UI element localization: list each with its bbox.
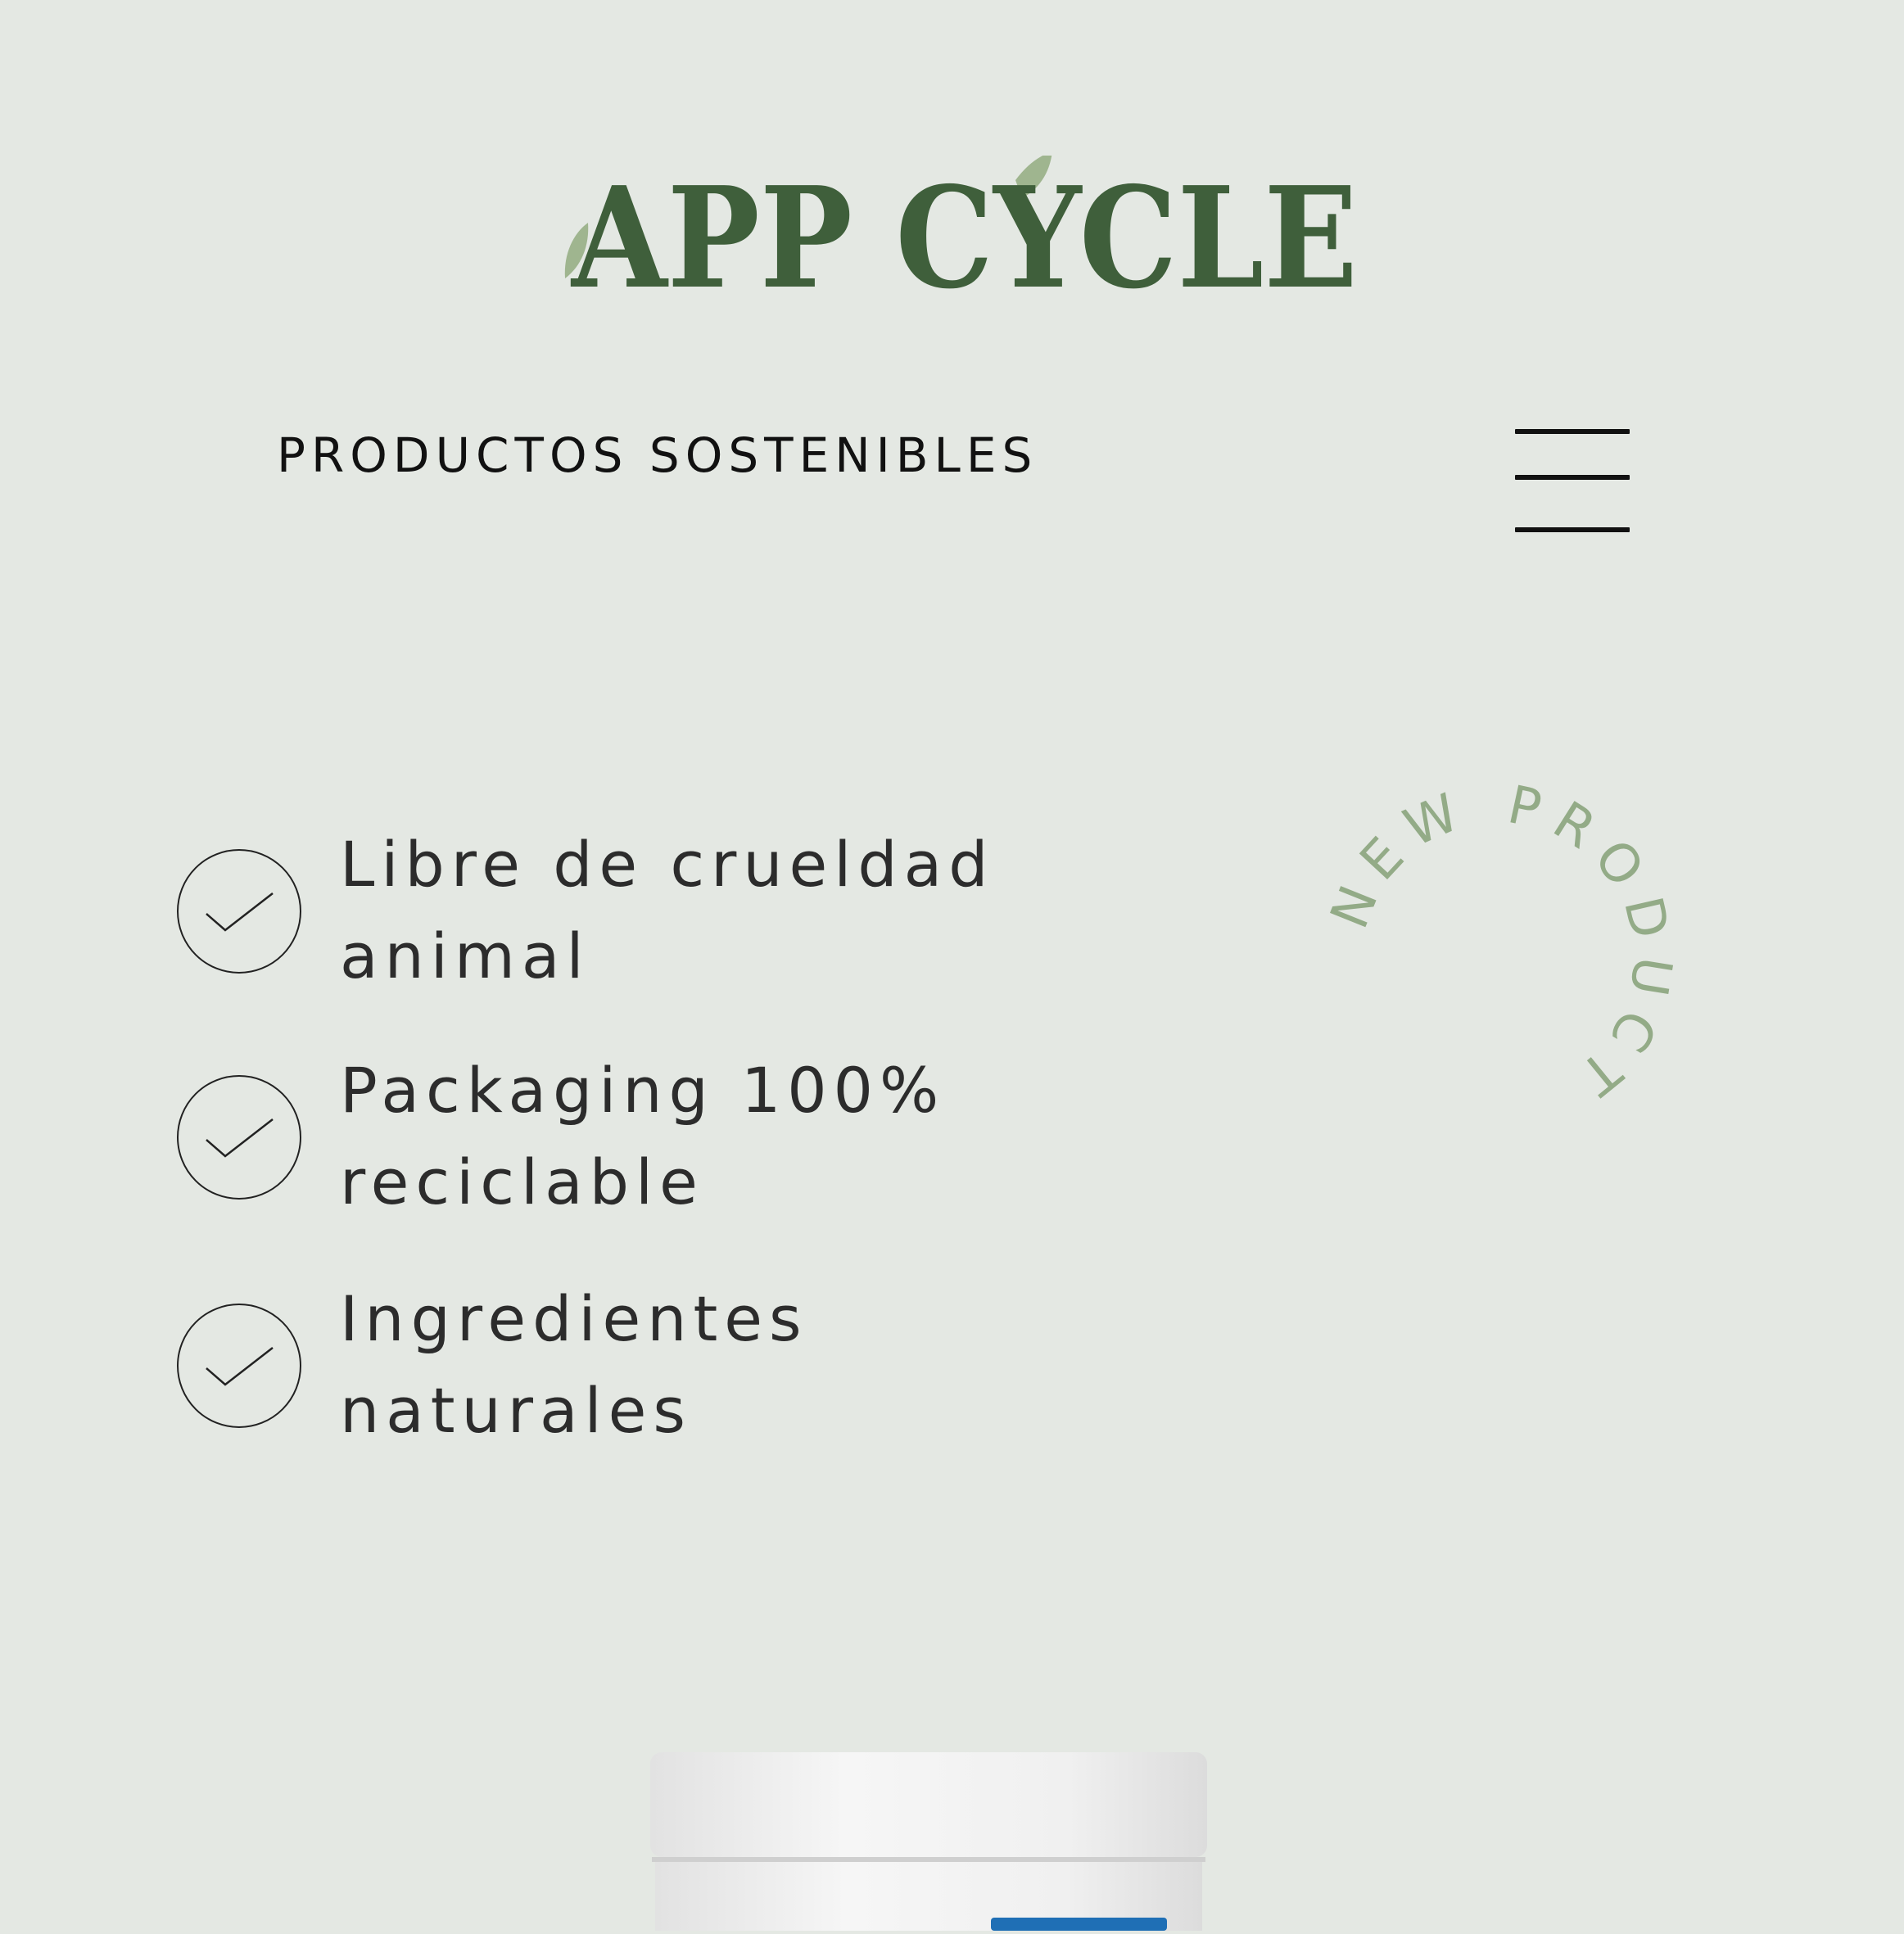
- page-subtitle: PRODUCTOS SOSTENIBLES: [277, 427, 1038, 483]
- hamburger-menu-icon[interactable]: [1512, 424, 1631, 537]
- badge-text: NEW PRODUCT: [1319, 775, 1670, 1114]
- feature-label: Libre de crueldad animal: [340, 828, 995, 992]
- logo-text: APP CYCLE: [570, 156, 1358, 303]
- new-product-badge: NEW PRODUCT: [1310, 770, 1687, 1146]
- brand-logo[interactable]: APP CYCLE: [557, 156, 1368, 303]
- menu-line: [1515, 527, 1630, 532]
- product-jar-image: [647, 1744, 1212, 1931]
- feature-label: Ingredientes naturales: [340, 1282, 808, 1447]
- menu-line: [1515, 475, 1630, 480]
- feature-label: Packaging 100% reciclable: [340, 1054, 946, 1218]
- check-circle-icon: [177, 1075, 301, 1200]
- svg-text:NEW PRODUCT: NEW PRODUCT: [1319, 775, 1683, 1114]
- check-circle-icon: [177, 849, 301, 974]
- logo-graphic: APP CYCLE: [564, 156, 1358, 303]
- menu-line: [1515, 429, 1630, 434]
- check-circle-icon: [177, 1304, 301, 1428]
